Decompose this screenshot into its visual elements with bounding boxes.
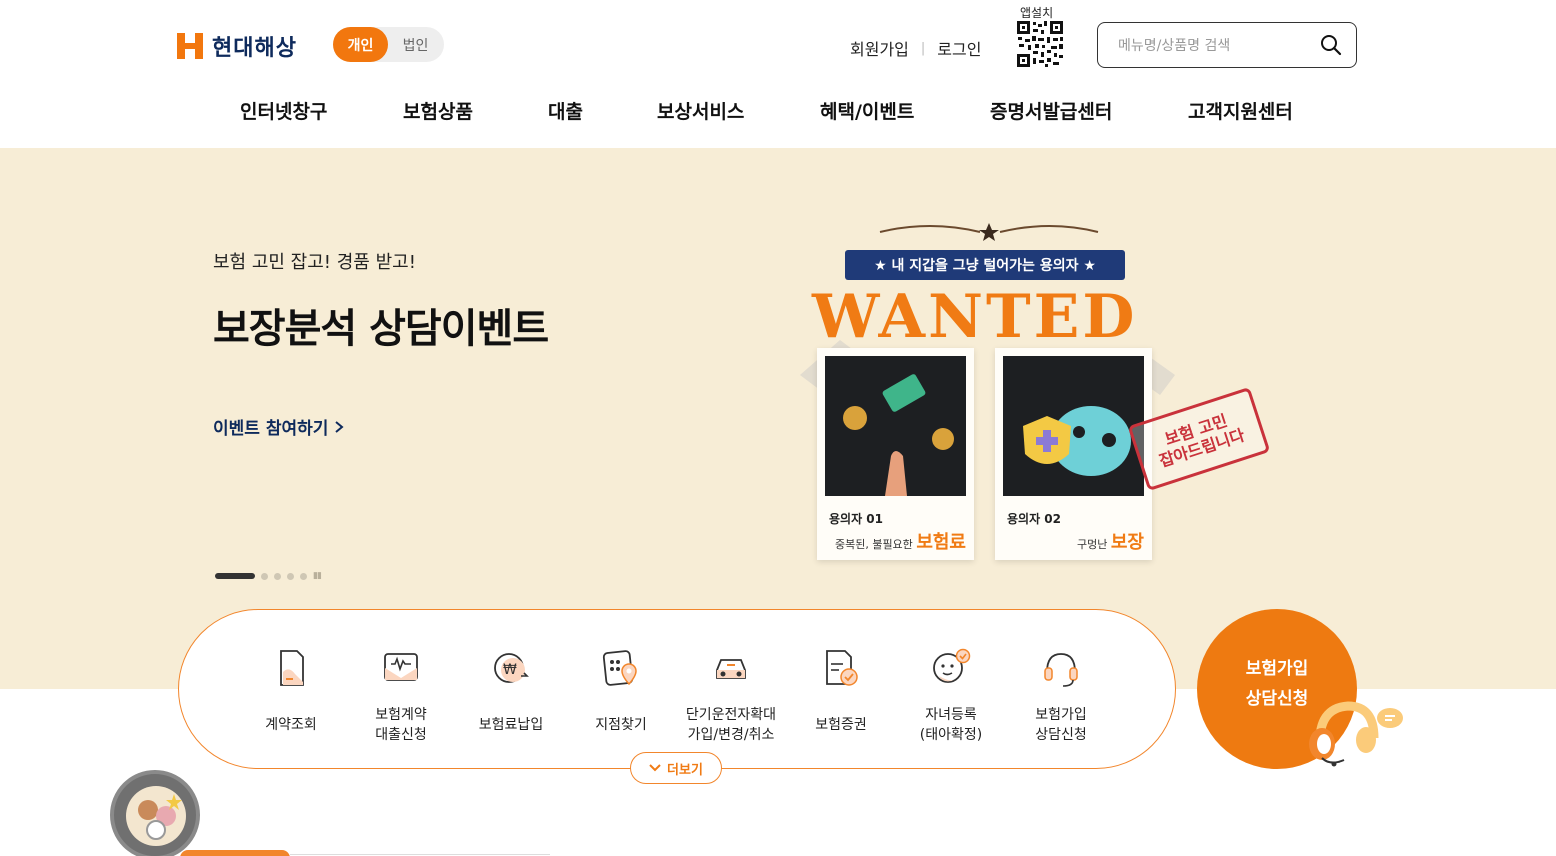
slide-dot[interactable]	[287, 572, 294, 580]
search-box[interactable]: 메뉴명/상품명 검색	[1097, 22, 1357, 68]
section-divider	[290, 854, 550, 855]
suspect-card-1: 용의자 01 중복된, 불필요한 보험료	[817, 348, 974, 560]
nav-item-claim-service[interactable]: 보상서비스	[657, 97, 744, 124]
headset-illustration-icon	[1309, 701, 1403, 767]
won-payment-icon: ₩	[494, 653, 529, 683]
car-icon	[716, 659, 746, 679]
document-icon	[280, 650, 304, 686]
certificate-icon	[826, 650, 858, 686]
nav-item-insurance-products[interactable]: 보험상품	[403, 97, 473, 124]
slide-dot[interactable]	[274, 572, 281, 580]
suspect-photo	[825, 356, 966, 496]
nav-item-certificate-center[interactable]: 증명서발급센터	[990, 97, 1112, 124]
section-tab-indicator	[180, 850, 290, 856]
quick-item-policy-certificate[interactable]: 보험증권	[786, 646, 896, 746]
slide-dot-active[interactable]	[215, 573, 255, 579]
wallet-icon	[384, 653, 418, 681]
quick-item-short-term-driver[interactable]: 단기운전자확대 가입/변경/취소	[676, 646, 786, 746]
money-hand-icon	[843, 374, 954, 496]
util-links: 회원가입 | 로그인	[850, 36, 981, 60]
qr-code-icon[interactable]	[1016, 20, 1064, 68]
quick-item-loan-application[interactable]: 보험계약 대출신청	[346, 646, 456, 746]
brand-logo[interactable]: 현대해상	[176, 30, 297, 62]
baby-icon	[933, 648, 971, 683]
nav-item-benefits-events[interactable]: 혜택/이벤트	[820, 97, 914, 124]
more-button[interactable]: 더보기	[630, 752, 722, 784]
quick-item-find-branch[interactable]: 지점찾기	[566, 646, 676, 746]
suspect-desc: 중복된, 불필요한 보험료	[834, 532, 966, 553]
slide-dot[interactable]	[261, 572, 268, 580]
nav-item-customer-support[interactable]: 고객지원센터	[1188, 97, 1293, 124]
slide-indicator: ▮▮	[215, 571, 322, 581]
chevron-down-icon	[649, 764, 661, 772]
login-link[interactable]: 로그인	[937, 36, 981, 60]
quick-item-child-registration[interactable]: 자녀등록 (태아확정)	[896, 646, 1006, 746]
search-icon[interactable]	[1320, 34, 1342, 56]
slide-dot[interactable]	[300, 572, 307, 580]
segment-toggle: 개인 법인	[333, 27, 444, 62]
divider: |	[920, 40, 926, 56]
hyundai-logo-icon	[177, 33, 203, 59]
character-icon	[126, 786, 186, 846]
banner-title: 보장분석 상담이벤트	[213, 306, 549, 352]
headset-icon	[1044, 653, 1078, 687]
pause-icon[interactable]: ▮▮	[313, 571, 322, 581]
banner-cta-label: 이벤트 참여하기	[213, 419, 329, 439]
consult-label-line1: 보험가입	[1245, 659, 1309, 680]
suspect-card-2: 용의자 02 구멍난 보장	[995, 348, 1152, 560]
search-input[interactable]: 메뉴명/상품명 검색	[1118, 35, 1320, 55]
consult-label-line2: 상담신청	[1245, 689, 1309, 709]
map-pin-icon	[602, 650, 637, 686]
svg-text:₩: ₩	[503, 662, 517, 678]
nav-item-loan[interactable]: 대출	[548, 97, 583, 124]
chevron-right-icon	[335, 420, 344, 433]
banner-subtitle: 보험 고민 잡고! 경품 받고!	[213, 252, 416, 273]
banner-tagline: ★ 내 지갑을 그냥 털어가는 용의자 ★	[845, 250, 1125, 280]
quick-item-consult-request[interactable]: 보험가입 상담신청	[1006, 646, 1116, 746]
money-bag-shield-icon	[1023, 406, 1131, 476]
quick-item-premium-payment[interactable]: ₩ 보험료납입	[456, 646, 566, 746]
app-install-label: 앱설치	[1020, 6, 1054, 20]
segment-personal[interactable]: 개인	[333, 27, 388, 62]
segment-corporate[interactable]: 법인	[388, 27, 443, 62]
suspect-id: 용의자 02	[1007, 512, 1061, 526]
wanted-headline: WANTED	[812, 282, 1138, 352]
more-label: 더보기	[667, 762, 703, 778]
floating-character-button[interactable]	[110, 770, 200, 856]
suspect-photo	[1003, 356, 1144, 496]
suspect-id: 용의자 01	[829, 512, 883, 526]
banner-cta-link[interactable]: 이벤트 참여하기	[213, 414, 344, 439]
brand-name: 현대해상	[212, 36, 297, 61]
quick-menu: 계약조회 보험계약 대출신청 ₩ 보험료납입 지점찾기 단기운전자확대 가입/변…	[178, 609, 1176, 769]
nav-item-internet-window[interactable]: 인터넷창구	[240, 97, 327, 124]
suspect-desc: 구멍난 보장	[1077, 532, 1144, 553]
quick-item-contract-inquiry[interactable]: 계약조회	[236, 646, 346, 746]
signup-link[interactable]: 회원가입	[850, 36, 909, 60]
page: 현대해상 개인 법인 회원가입 | 로그인 앱설치 메뉴명/상품명 검색 인터넷…	[0, 0, 1556, 856]
